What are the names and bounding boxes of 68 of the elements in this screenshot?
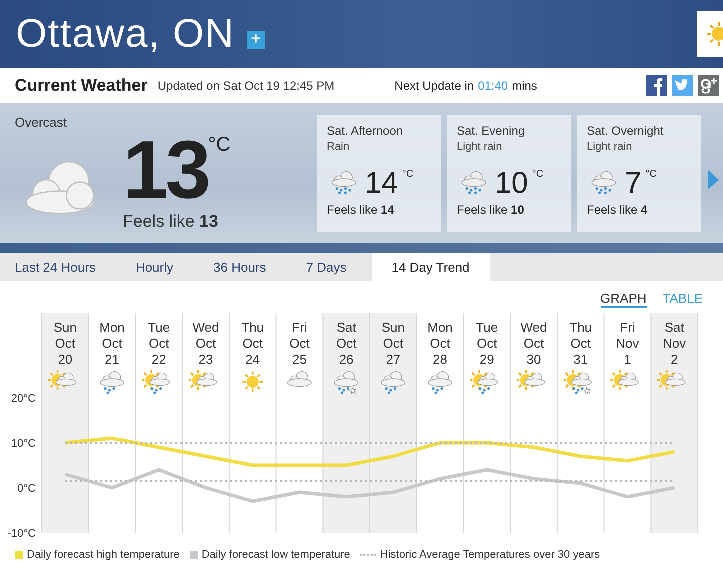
axis-tick-label: 0°C	[18, 483, 36, 495]
next-update-time: 01:40	[478, 78, 508, 92]
current-temperature: 13	[123, 130, 208, 212]
facebook-icon[interactable]	[646, 75, 667, 96]
day-label: Sat Nov 2	[663, 320, 686, 367]
sun-icon	[242, 372, 264, 392]
day-label: Sat Oct 26	[336, 320, 357, 367]
tab[interactable]: 7 Days	[291, 253, 362, 281]
cloud-rain-icon	[428, 372, 452, 394]
current-weather-title: Current Weather	[15, 76, 148, 96]
next-update-unit: mins	[512, 78, 538, 92]
feels-like-text: Feels like 10	[457, 203, 526, 217]
feels-like-text: Feels like 4	[587, 203, 649, 217]
condition-text: Light rain	[587, 141, 634, 153]
sun-cloud-icon	[188, 370, 217, 390]
axis-tick-label: 20°C	[11, 393, 36, 405]
forecast-temperature: 10	[495, 169, 528, 199]
sun-cloud-rain-snow-icon	[563, 370, 592, 394]
view-toggle-link[interactable]: GRAPH	[600, 291, 647, 308]
day-label: Tue Oct 29	[476, 320, 498, 367]
cloud-rain-icon	[100, 372, 124, 394]
day-label: Wed Oct 23	[192, 320, 220, 367]
condition-text: Light rain	[457, 141, 504, 153]
temperature-unit: °C	[532, 169, 544, 180]
sun-cloud-icon	[656, 370, 686, 390]
legend-label: Daily forecast high temperature	[27, 549, 180, 561]
tab[interactable]: 36 Hours	[198, 253, 282, 281]
temperature-unit: °C	[646, 169, 657, 180]
day-label: Sun Oct 20	[54, 320, 77, 367]
axis-tick-label: 10°C	[11, 438, 36, 450]
updated-time: Updated on Sat Oct 19 12:45 PM	[158, 78, 335, 92]
period-title: Sat. Overnight	[587, 124, 665, 138]
day-label: Mon Oct 21	[100, 320, 125, 367]
city-title: Ottawa, ON	[16, 12, 235, 56]
day-label: Tue Oct 22	[148, 320, 170, 367]
day-label: Mon Oct 28	[428, 320, 453, 367]
next-update-label: Next Update in	[394, 78, 474, 92]
tab[interactable]: 14 Day Trend	[372, 253, 490, 281]
cloud-rain-icon	[382, 372, 406, 394]
cloud-rain-snow-icon	[334, 372, 358, 394]
feels-like-text: Feels like 14	[327, 203, 396, 217]
day-label: Fri Oct 25	[290, 320, 310, 367]
legend-label: Historic Average Temperatures over 30 years	[380, 549, 600, 561]
temperature-unit: °C	[402, 169, 414, 180]
day-label: Thu Oct 31	[570, 320, 592, 367]
condition-text: Rain	[327, 141, 351, 153]
tab[interactable]: Last 24 Hours	[0, 253, 111, 281]
sun-cloud-rain-icon	[469, 370, 498, 394]
sun-cloud-icon	[516, 370, 545, 390]
day-label: Fri Nov 1	[616, 320, 640, 367]
google-plus-icon[interactable]	[698, 75, 719, 96]
day-label: Thu Oct 24	[242, 320, 264, 367]
forecast-temperature: 7	[625, 169, 642, 199]
legend-label: Daily forecast low temperature	[202, 549, 350, 561]
tab[interactable]: Hourly	[120, 253, 189, 281]
sun-cloud-rain-icon	[141, 370, 170, 394]
day-label: Wed Oct 30	[520, 320, 548, 367]
feels-like-text: Feels like 13	[123, 212, 220, 232]
temperature-unit: °C	[208, 134, 231, 156]
axis-tick-label: -10°C	[8, 528, 36, 539]
period-title: Sat. Afternoon	[327, 124, 404, 138]
day-label: Sun Oct 27	[382, 320, 405, 367]
sun-cloud-icon	[610, 370, 639, 390]
cloud-icon	[288, 372, 312, 387]
period-title: Sat. Evening	[457, 124, 526, 138]
sun-cloud-icon	[48, 370, 76, 390]
condition-text: Overcast	[15, 115, 68, 130]
forecast-temperature: 14	[365, 169, 398, 199]
